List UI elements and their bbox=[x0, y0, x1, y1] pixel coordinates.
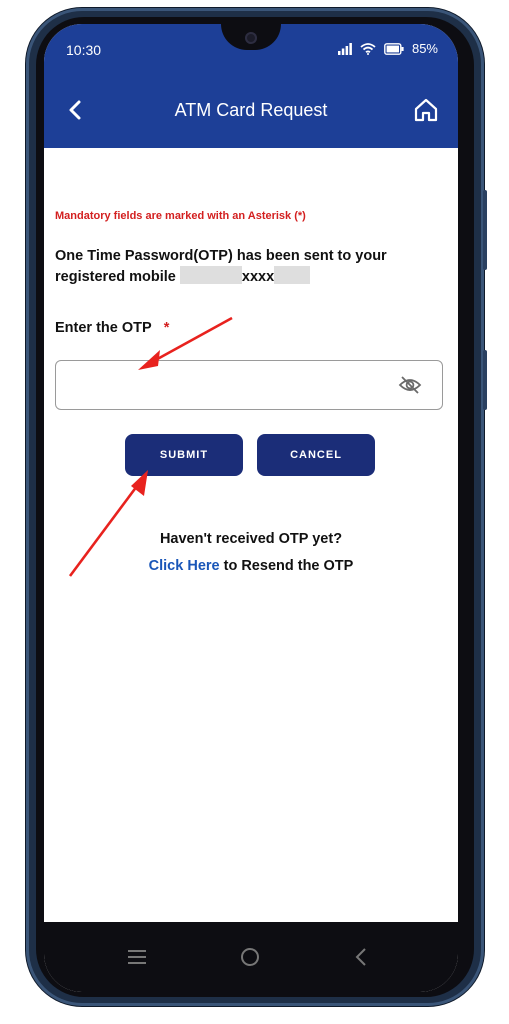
masked-mobile-digits: xxxx bbox=[241, 269, 275, 285]
resend-otp-link[interactable]: Click Here bbox=[149, 558, 220, 574]
submit-button[interactable]: SUBMIT bbox=[125, 434, 243, 476]
battery-icon bbox=[384, 42, 404, 55]
eye-off-icon[interactable] bbox=[398, 375, 422, 395]
camera-notch bbox=[221, 24, 281, 50]
required-asterisk: * bbox=[163, 320, 170, 336]
phone-screen: 10:30 85% ATM Card Request Mandatory fie… bbox=[44, 24, 458, 992]
page-title: ATM Card Request bbox=[174, 100, 328, 120]
otp-field[interactable] bbox=[55, 360, 443, 410]
status-icons: 85% bbox=[337, 41, 438, 56]
otp-message-line1: One Time Password(OTP) has been sent to … bbox=[55, 248, 387, 264]
otp-sent-message: One Time Password(OTP) has been sent to … bbox=[55, 246, 435, 287]
wifi-icon bbox=[360, 42, 376, 55]
masked-mobile-number bbox=[179, 266, 242, 284]
masked-mobile-tail bbox=[274, 266, 311, 284]
mandatory-note: Mandatory fields are marked with an Aste… bbox=[55, 210, 306, 222]
otp-input[interactable] bbox=[66, 371, 390, 399]
home-circle-icon[interactable] bbox=[237, 944, 263, 970]
form-content: Mandatory fields are marked with an Aste… bbox=[44, 148, 458, 922]
status-bar: 10:30 85% bbox=[44, 24, 458, 74]
resend-suffix: to Resend the OTP bbox=[223, 558, 354, 574]
cancel-button[interactable]: CANCEL bbox=[257, 434, 375, 476]
resend-question: Haven't received OTP yet? bbox=[159, 531, 343, 547]
otp-message-line2: registered mobile bbox=[55, 269, 176, 285]
status-time: 10:30 bbox=[66, 42, 102, 58]
front-camera bbox=[245, 32, 257, 44]
volume-button bbox=[483, 190, 487, 270]
menu-icon[interactable] bbox=[124, 944, 150, 970]
app-header: ATM Card Request bbox=[44, 74, 458, 148]
otp-label-text: Enter the OTP bbox=[55, 320, 152, 336]
system-navigation-bar bbox=[44, 922, 458, 992]
signal-icon bbox=[337, 42, 352, 55]
home-icon[interactable] bbox=[412, 96, 440, 124]
power-button bbox=[483, 350, 487, 410]
back-triangle-icon[interactable] bbox=[349, 944, 375, 970]
otp-field-label: Enter the OTP * bbox=[55, 320, 169, 336]
resend-line: Click Here to Resend the OTP bbox=[44, 558, 458, 574]
battery-level: 85% bbox=[411, 41, 438, 56]
